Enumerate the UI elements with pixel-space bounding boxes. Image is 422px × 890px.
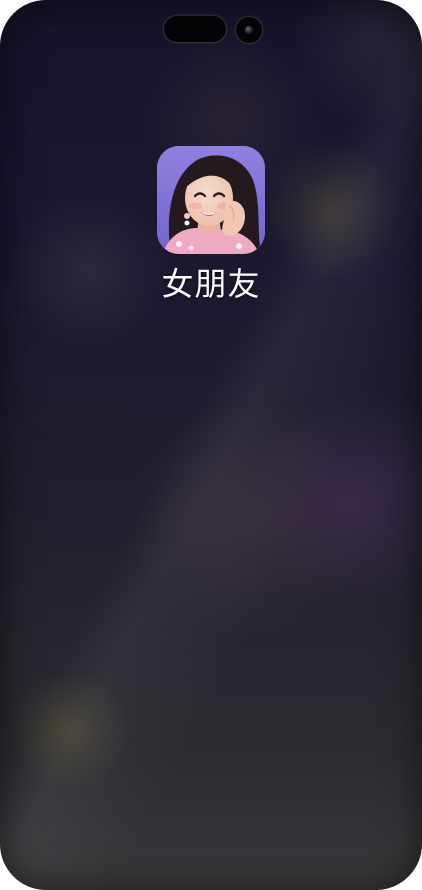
app-label[interactable]: 女朋友: [161, 264, 260, 304]
girlfriend-avatar-icon[interactable]: [157, 146, 265, 254]
wallpaper-light-streak: [0, 0, 422, 890]
front-camera-icon: [236, 17, 262, 43]
phone-screen: 女朋友: [0, 0, 422, 890]
screen-vignette: [0, 0, 422, 890]
camera-lens: [245, 26, 253, 34]
dynamic-island: [164, 16, 226, 42]
app-girlfriend[interactable]: 女朋友: [156, 146, 266, 304]
